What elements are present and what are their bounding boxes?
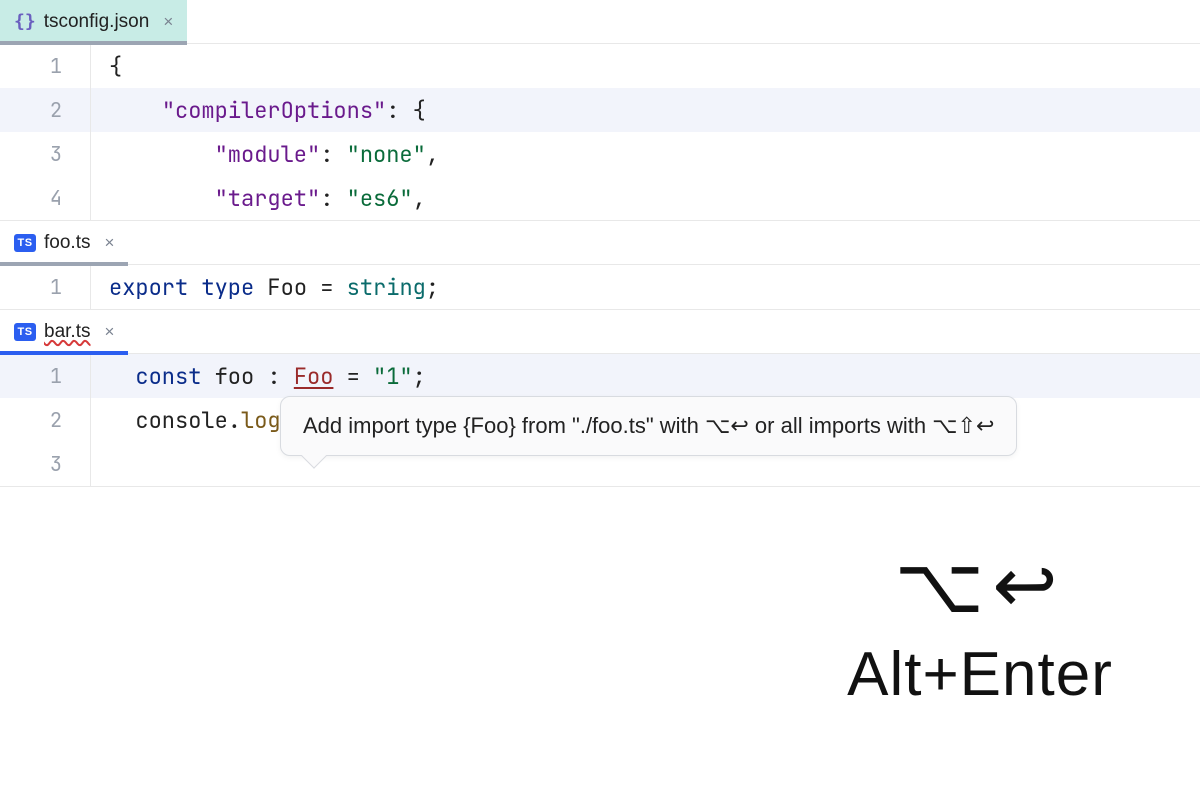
- tab-filename: tsconfig.json: [44, 11, 150, 33]
- file-tab[interactable]: {} tsconfig.json ×: [0, 0, 187, 44]
- tab-filename: foo.ts: [44, 232, 90, 254]
- gutter-border: [90, 398, 91, 442]
- line-number: 1: [0, 53, 90, 79]
- code-editor[interactable]: 1 export type Foo = string;: [0, 265, 1200, 309]
- editor-pane: {}tsconfig.json×1{2 "compilerOptions": {…: [0, 0, 1200, 221]
- json-icon: {}: [14, 11, 36, 32]
- tab-bar: TS foo.ts ×: [0, 221, 1200, 265]
- line-number: 1: [0, 274, 90, 300]
- code-line[interactable]: 4 "target": "es6",: [0, 176, 1200, 220]
- gutter-border: [90, 132, 91, 176]
- line-number: 3: [0, 451, 90, 477]
- shortcut-overlay: ⌥↩ Alt+Enter: [770, 540, 1190, 710]
- code-content: {: [109, 52, 122, 81]
- gutter-border: [90, 88, 91, 132]
- code-content: "module": "none",: [109, 140, 439, 169]
- code-content: export type Foo = string;: [109, 273, 439, 302]
- code-content: "target": "es6",: [109, 184, 426, 213]
- tooltip-text: Add import type {Foo} from "./foo.ts" wi…: [303, 413, 994, 438]
- tab-bar: {} tsconfig.json ×: [0, 0, 1200, 44]
- line-number: 1: [0, 363, 90, 389]
- gutter-border: [90, 442, 91, 486]
- file-tab[interactable]: TS bar.ts ×: [0, 310, 128, 354]
- close-icon[interactable]: ×: [104, 233, 114, 253]
- typescript-icon: TS: [14, 234, 36, 252]
- gutter-border: [90, 44, 91, 88]
- gutter-border: [90, 265, 91, 309]
- close-icon[interactable]: ×: [104, 322, 114, 342]
- line-number: 4: [0, 185, 90, 211]
- code-line[interactable]: 1{: [0, 44, 1200, 88]
- tab-underline: [0, 41, 187, 45]
- code-line[interactable]: 3 "module": "none",: [0, 132, 1200, 176]
- shortcut-glyph: ⌥↩: [770, 540, 1190, 631]
- quickfix-tooltip: Add import type {Foo} from "./foo.ts" wi…: [280, 396, 1017, 456]
- typescript-icon: TS: [14, 323, 36, 341]
- code-line[interactable]: 1 export type Foo = string;: [0, 265, 1200, 309]
- file-tab[interactable]: TS foo.ts ×: [0, 221, 128, 265]
- line-number: 2: [0, 97, 90, 123]
- code-line[interactable]: 2 "compilerOptions": {: [0, 88, 1200, 132]
- code-line[interactable]: 1 const foo : Foo = "1";: [0, 354, 1200, 398]
- line-number: 3: [0, 141, 90, 167]
- tab-underline: [0, 262, 128, 266]
- tab-filename: bar.ts: [44, 321, 90, 343]
- tab-bar: TS bar.ts ×: [0, 310, 1200, 354]
- code-content: "compilerOptions": {: [109, 96, 426, 125]
- code-editor[interactable]: 1{2 "compilerOptions": {3 "module": "non…: [0, 44, 1200, 220]
- gutter-border: [90, 176, 91, 220]
- tab-underline: [0, 351, 128, 355]
- close-icon[interactable]: ×: [163, 12, 173, 32]
- editor-pane: TS foo.ts × 1 export type Foo = string;: [0, 221, 1200, 310]
- shortcut-label: Alt+Enter: [770, 639, 1190, 710]
- gutter-border: [90, 354, 91, 398]
- code-content: const foo : Foo = "1";: [109, 362, 426, 391]
- line-number: 2: [0, 407, 90, 433]
